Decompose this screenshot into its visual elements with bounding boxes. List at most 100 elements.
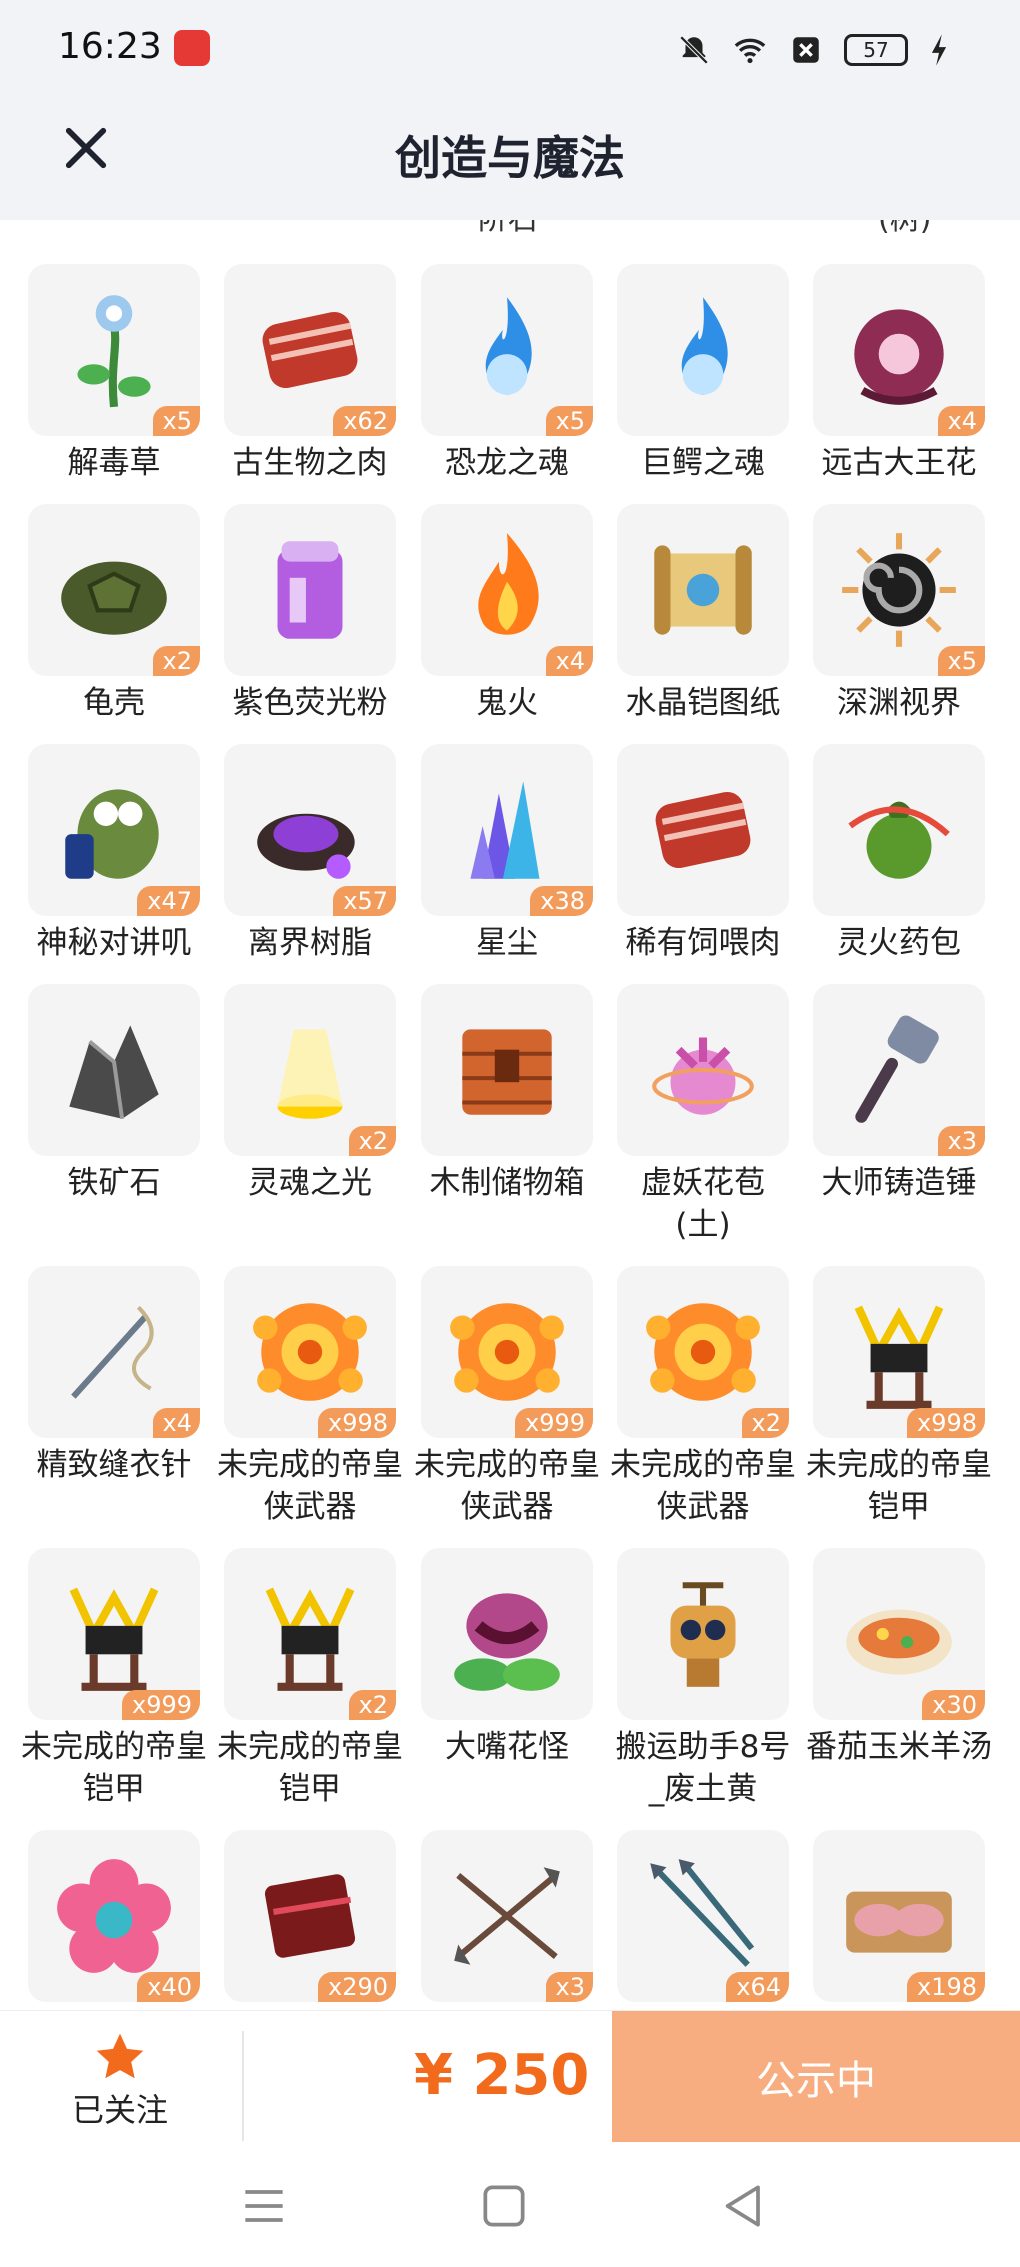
item-card[interactable]: x999 未完成的帝皇侠武器 bbox=[414, 1266, 600, 1528]
item-card[interactable]: x2 未完成的帝皇铠甲 bbox=[217, 1548, 403, 1810]
item-card[interactable]: x999 未完成的帝皇铠甲 bbox=[21, 1548, 207, 1810]
item-card[interactable]: x62 古生物之肉 bbox=[224, 264, 396, 484]
soup-icon: x30 bbox=[813, 1548, 985, 1720]
item-name: 古生物之肉 bbox=[232, 445, 388, 481]
quantity-badge: x2 bbox=[741, 1408, 789, 1438]
system-nav-bar bbox=[0, 2142, 1020, 2267]
quantity-badge: x2 bbox=[348, 1690, 396, 1720]
item-card[interactable]: x998 未完成的帝皇铠甲 bbox=[806, 1266, 992, 1528]
status-bar: 16:23 57 bbox=[0, 0, 1020, 96]
item-card[interactable]: x4 精致缝衣针 bbox=[28, 1266, 200, 1486]
item-card[interactable]: x2 未完成的帝皇侠武器 bbox=[610, 1266, 796, 1528]
item-card[interactable]: x5 深渊视界 bbox=[813, 504, 985, 724]
quantity-badge: x4 bbox=[937, 406, 985, 436]
quantity-badge: x4 bbox=[152, 1408, 200, 1438]
item-card[interactable]: x3 bbox=[421, 1830, 593, 2002]
quantity-badge: x999 bbox=[514, 1408, 593, 1438]
item-grid-scroll[interactable]: 阶石 (树) x5解毒草x62古生物之肉x5恐龙之魂巨鳄之魂x4远古大王花x2龟… bbox=[0, 220, 1020, 2010]
item-row: x47 神秘对讲叽 x57 离界树脂 x38 星尘 稀有饲喂肉 灵火药包 bbox=[0, 744, 1020, 984]
quantity-badge: x5 bbox=[545, 406, 593, 436]
item-card[interactable]: x64 bbox=[617, 1830, 789, 2002]
bird-radio-icon: x47 bbox=[28, 744, 200, 916]
item-card[interactable]: x4 远古大王花 bbox=[813, 264, 985, 484]
quantity-badge: x30 bbox=[922, 1690, 985, 1720]
item-card[interactable]: 搬运助手8号_废土黄 bbox=[616, 1548, 790, 1810]
item-name: 未完成的帝皇侠武器 bbox=[610, 1447, 796, 1525]
page-title: 创造与魔法 bbox=[395, 131, 625, 185]
item-card[interactable]: x290 bbox=[224, 1830, 396, 2002]
item-name: 未完成的帝皇侠武器 bbox=[217, 1447, 403, 1525]
follow-label: 已关注 bbox=[71, 2091, 168, 2129]
item-card[interactable]: 巨鳄之魂 bbox=[617, 264, 789, 484]
item-name: 虚妖花苞 (土) bbox=[641, 1165, 765, 1243]
star-icon bbox=[40, 2029, 200, 2089]
item-card[interactable]: x2 龟壳 bbox=[28, 504, 200, 724]
item-card[interactable]: x47 神秘对讲叽 bbox=[28, 744, 200, 964]
quantity-badge: x999 bbox=[121, 1690, 200, 1720]
item-card[interactable]: x38 星尘 bbox=[421, 744, 593, 964]
quantity-badge: x290 bbox=[317, 1972, 396, 2002]
arrows-icon: x3 bbox=[421, 1830, 593, 2002]
item-name: 解毒草 bbox=[67, 445, 161, 481]
item-card[interactable]: 灵火药包 bbox=[813, 744, 985, 964]
item-card[interactable]: 木制储物箱 bbox=[421, 984, 593, 1204]
gear-flame-icon: x998 bbox=[224, 1266, 396, 1438]
turtle-shell-icon: x2 bbox=[28, 504, 200, 676]
item-card[interactable]: 大嘴花怪 bbox=[421, 1548, 593, 1768]
app-notification-icon bbox=[174, 30, 210, 66]
back-nav-icon[interactable] bbox=[716, 2178, 772, 2234]
item-name: 大师铸造锤 bbox=[821, 1165, 977, 1201]
cut-off-label: (树) bbox=[878, 220, 931, 238]
bottom-bar: 已关注 ¥ 250 公示中 bbox=[0, 2010, 1020, 2143]
home-nav-icon[interactable] bbox=[476, 2178, 532, 2234]
item-card[interactable]: x5 解毒草 bbox=[28, 264, 200, 484]
quantity-badge: x5 bbox=[152, 406, 200, 436]
item-card[interactable]: 稀有饲喂肉 bbox=[617, 744, 789, 964]
item-name: 番茄玉米羊汤 bbox=[806, 1729, 992, 1765]
item-card[interactable]: x40 bbox=[28, 1830, 200, 2002]
meat-icon bbox=[617, 744, 789, 916]
item-name: 未完成的帝皇铠甲 bbox=[217, 1729, 403, 1807]
quantity-badge: x2 bbox=[348, 1126, 396, 1156]
scroll-icon bbox=[617, 504, 789, 676]
item-card[interactable]: x30 番茄玉米羊汤 bbox=[806, 1548, 992, 1768]
item-card[interactable]: 紫色荧光粉 bbox=[224, 504, 396, 724]
resin-icon: x57 bbox=[224, 744, 396, 916]
flower-badge-icon: x40 bbox=[28, 1830, 200, 2002]
quantity-badge: x38 bbox=[530, 886, 593, 916]
item-card[interactable]: x5 恐龙之魂 bbox=[421, 264, 593, 484]
item-name: 离界树脂 bbox=[248, 925, 372, 961]
follow-button[interactable]: 已关注 bbox=[40, 2029, 200, 2129]
item-card[interactable]: x57 离界树脂 bbox=[224, 744, 396, 964]
battery-level: 57 bbox=[863, 38, 889, 62]
wifi-icon bbox=[734, 38, 766, 64]
meat-tray-icon: x198 bbox=[813, 1830, 985, 2002]
item-name: 恐龙之魂 bbox=[445, 445, 569, 481]
item-row: x999 未完成的帝皇铠甲 x2 未完成的帝皇铠甲 大嘴花怪 搬运助手8号_废土黄 x30 番… bbox=[0, 1548, 1020, 1830]
item-card[interactable]: x198 bbox=[813, 1830, 985, 2002]
ore-icon bbox=[28, 984, 200, 1156]
item-card[interactable]: 铁矿石 bbox=[28, 984, 200, 1204]
item-card[interactable]: 虚妖花苞 (土) bbox=[617, 984, 789, 1246]
item-name: 未完成的帝皇侠武器 bbox=[414, 1447, 600, 1525]
item-card[interactable]: x4 鬼火 bbox=[421, 504, 593, 724]
quantity-badge: x40 bbox=[137, 1972, 200, 2002]
robot-icon bbox=[617, 1548, 789, 1720]
gear-flame-icon: x999 bbox=[421, 1266, 593, 1438]
divider bbox=[242, 2031, 244, 2141]
item-card[interactable]: x998 未完成的帝皇侠武器 bbox=[217, 1266, 403, 1528]
item-name: 巨鳄之魂 bbox=[641, 445, 765, 481]
item-name: 神秘对讲叽 bbox=[36, 925, 192, 961]
quantity-badge: x198 bbox=[906, 1972, 985, 2002]
publicity-status-button[interactable]: 公示中 bbox=[612, 2011, 1020, 2143]
item-name: 精致缝衣针 bbox=[36, 1447, 192, 1483]
item-name: 紫色荧光粉 bbox=[232, 685, 388, 721]
plant-monster-icon bbox=[421, 1548, 593, 1720]
item-card[interactable]: 水晶铠图纸 bbox=[617, 504, 789, 724]
item-card[interactable]: x2 灵魂之光 bbox=[224, 984, 396, 1204]
item-row: x40 x290 x3 x64 x198 bbox=[0, 1830, 1020, 2010]
item-card[interactable]: x3 大师铸造锤 bbox=[813, 984, 985, 1204]
menu-nav-icon[interactable] bbox=[236, 2178, 292, 2234]
crystal-icon: x38 bbox=[421, 744, 593, 916]
blue-flame-icon bbox=[617, 264, 789, 436]
